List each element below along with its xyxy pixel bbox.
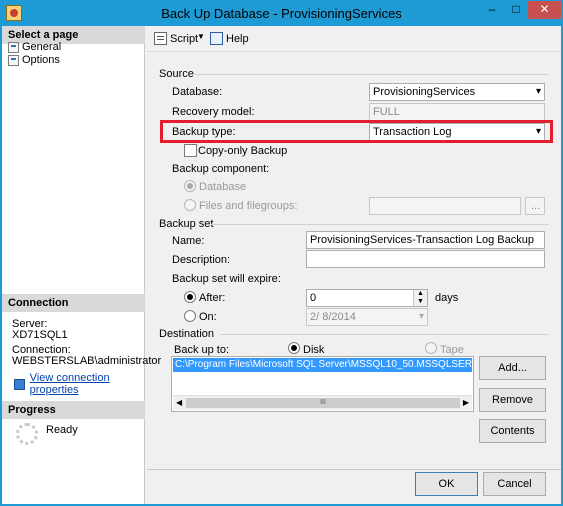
- progress-status: Ready: [46, 424, 78, 436]
- after-days-stepper[interactable]: 0 ▲ ▼: [306, 289, 428, 307]
- database-value: ProvisioningServices: [373, 86, 476, 98]
- expire-on-radio[interactable]: [184, 310, 196, 322]
- scroll-thumb[interactable]: III: [186, 398, 460, 408]
- contents-button[interactable]: Contents: [479, 419, 546, 443]
- view-connection-link[interactable]: View connection properties: [30, 372, 144, 396]
- recovery-model-label: Recovery model:: [172, 106, 255, 118]
- tape-radio[interactable]: [425, 342, 437, 354]
- component-database-radio[interactable]: [184, 180, 196, 192]
- copy-only-label: Copy-only Backup: [198, 145, 288, 157]
- connection-header: Connection: [2, 294, 145, 312]
- help-label: Help: [226, 32, 249, 45]
- window-title: Back Up Database - ProvisioningServices: [161, 6, 402, 21]
- script-button[interactable]: Script: [154, 32, 198, 45]
- disk-radio[interactable]: [288, 342, 300, 354]
- expire-on-date-picker[interactable]: 2/ 8/2014 ▾: [306, 308, 428, 326]
- chevron-down-icon: ▼: [197, 32, 205, 41]
- footer-divider: [147, 469, 561, 470]
- script-icon: [154, 32, 167, 45]
- progress-spinner-icon: [16, 423, 38, 445]
- on-label: On:: [199, 311, 217, 323]
- destination-section-header: Destination: [159, 328, 215, 340]
- expire-on-date-value: 2/ 8/2014: [310, 311, 356, 323]
- scroll-left-icon[interactable]: ◀: [176, 398, 182, 407]
- spin-up-icon[interactable]: ▲: [414, 290, 427, 298]
- help-icon: [210, 32, 223, 45]
- view-connection-properties[interactable]: View connection properties: [14, 372, 144, 396]
- destination-divider: [220, 334, 549, 335]
- description-label: Description:: [172, 254, 231, 266]
- help-button[interactable]: Help: [210, 32, 249, 45]
- database-combo[interactable]: ProvisioningServices ▾: [369, 83, 545, 101]
- component-files-radio[interactable]: [184, 199, 196, 211]
- toolbar: Script ▼ Help: [147, 26, 561, 52]
- chevron-down-icon: ▾: [535, 86, 541, 97]
- backup-to-label: Back up to:: [174, 344, 230, 356]
- page-label: General: [22, 41, 62, 53]
- tape-label: Tape: [440, 344, 464, 356]
- progress-header: Progress: [2, 401, 145, 419]
- ok-button[interactable]: OK: [415, 472, 478, 496]
- backup-set-divider: [211, 224, 549, 225]
- expire-label: Backup set will expire:: [172, 273, 281, 285]
- expire-after-radio[interactable]: [184, 291, 196, 303]
- source-section-header: Source: [159, 68, 194, 80]
- page-item-options[interactable]: Options: [8, 53, 60, 67]
- script-label: Script: [170, 32, 199, 45]
- connection-properties-icon: [14, 378, 25, 390]
- server-value: XD71SQL1: [12, 329, 68, 341]
- maximize-button[interactable]: □: [504, 1, 528, 19]
- page-item-general[interactable]: General: [8, 40, 61, 54]
- left-pane: Select a page General Options Connection…: [2, 26, 161, 504]
- dialog-window: Back Up Database - ProvisioningServices …: [0, 0, 563, 506]
- after-days-value: 0: [310, 292, 317, 304]
- backup-component-label: Backup component:: [172, 163, 270, 175]
- name-label: Name:: [172, 235, 205, 247]
- destination-list[interactable]: C:\Program Files\Microsoft SQL Server\MS…: [171, 356, 474, 412]
- calendar-dropdown-icon: ▾: [418, 311, 424, 322]
- remove-button[interactable]: Remove: [479, 388, 546, 412]
- component-database-label: Database: [199, 181, 247, 193]
- files-field: [369, 197, 521, 215]
- dialog-client: Select a page General Options Connection…: [2, 26, 561, 504]
- connection-value: WEBSTERSLAB\administrator: [12, 355, 162, 367]
- destination-path-item[interactable]: C:\Program Files\Microsoft SQL Server\MS…: [173, 358, 472, 372]
- backup-name-input[interactable]: ProvisioningServices-Transaction Log Bac…: [306, 231, 545, 249]
- spin-down-icon[interactable]: ▼: [414, 298, 427, 306]
- page-icon: [8, 54, 19, 66]
- scroll-right-icon[interactable]: ▶: [463, 398, 469, 407]
- cancel-button[interactable]: Cancel: [483, 472, 546, 496]
- page-icon: [8, 41, 19, 53]
- disk-label: Disk: [303, 344, 325, 356]
- close-button[interactable]: ✕: [528, 1, 561, 19]
- page-label: Options: [22, 54, 60, 66]
- title-bar: Back Up Database - ProvisioningServices …: [0, 0, 563, 26]
- add-button[interactable]: Add...: [479, 356, 546, 380]
- source-divider: [192, 74, 549, 75]
- description-input[interactable]: [306, 250, 545, 268]
- days-label: days: [435, 292, 459, 304]
- recovery-model-field: FULL: [369, 103, 545, 121]
- after-days-spin[interactable]: ▲ ▼: [413, 290, 427, 306]
- horizontal-scrollbar[interactable]: ◀ III ▶: [173, 395, 472, 410]
- files-browse-button[interactable]: ...: [525, 197, 545, 215]
- backup-set-section-header: Backup set: [159, 218, 214, 230]
- copy-only-checkbox[interactable]: [184, 144, 197, 157]
- highlight-box: [160, 120, 553, 143]
- component-files-label: Files and filegroups:: [199, 200, 298, 212]
- database-label: Database:: [172, 86, 223, 98]
- script-dropdown-button[interactable]: ▼: [197, 32, 205, 41]
- minimize-button[interactable]: –: [480, 1, 504, 19]
- after-label: After:: [199, 292, 226, 304]
